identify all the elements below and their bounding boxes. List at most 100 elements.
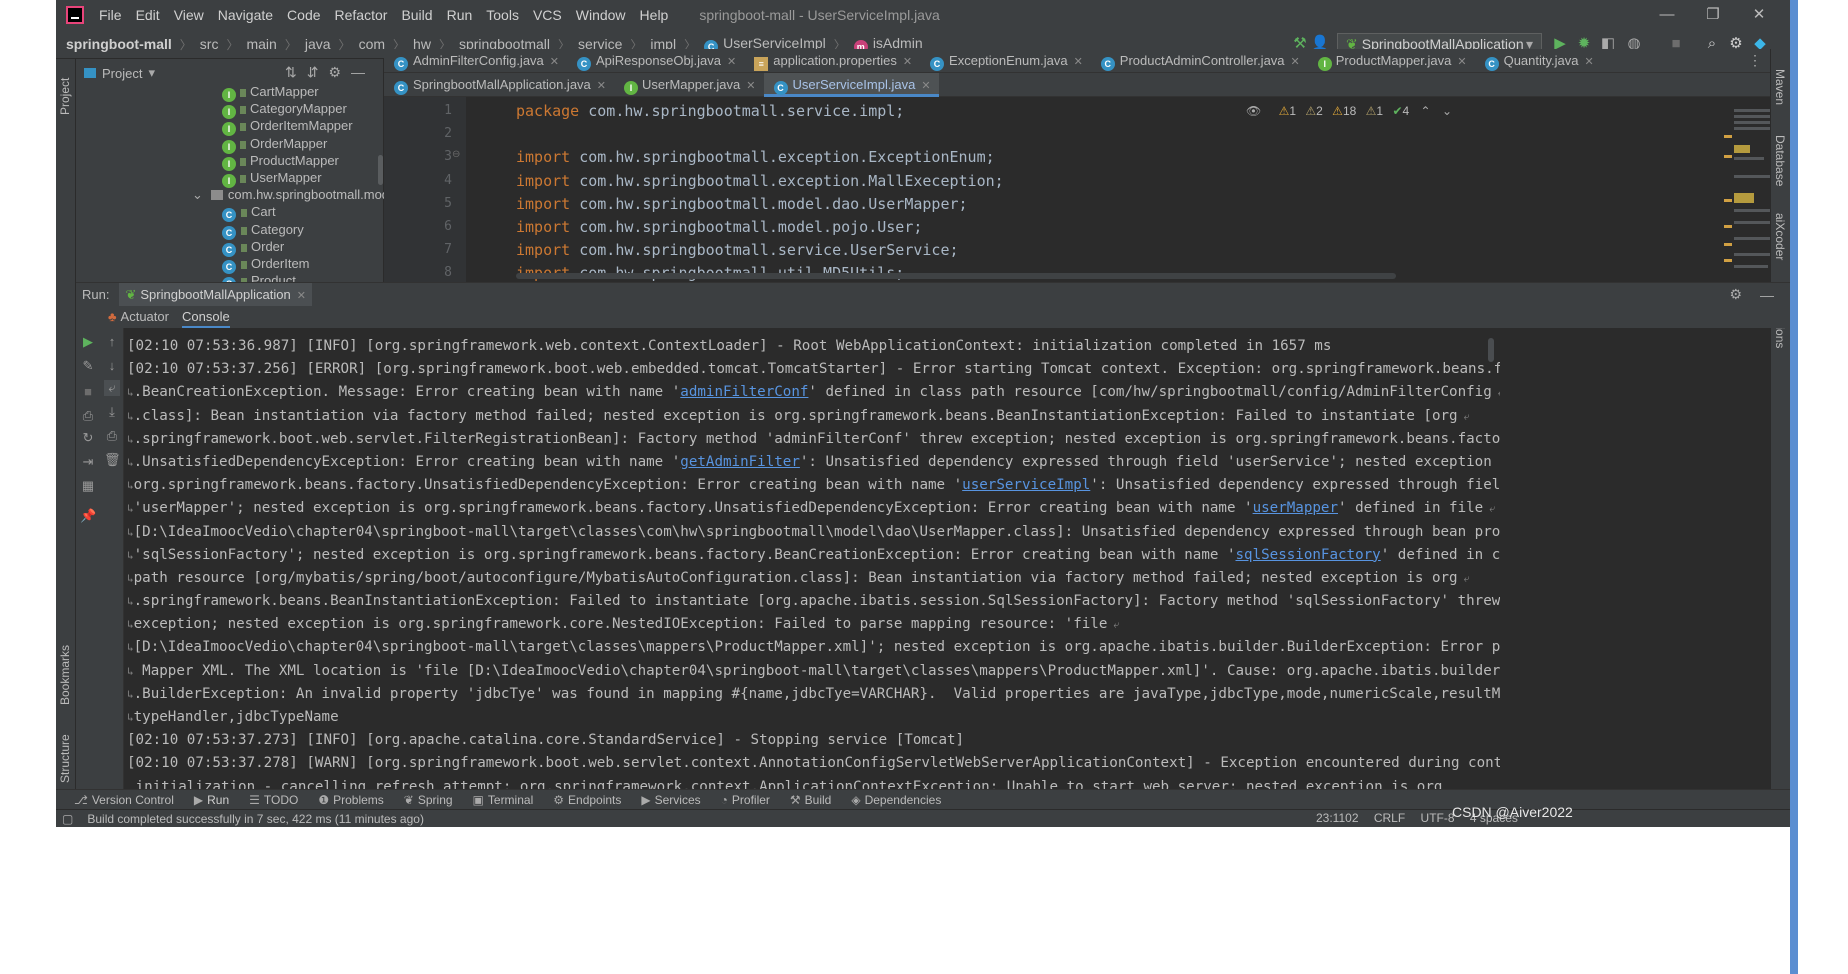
- close-icon[interactable]: ✕: [727, 56, 736, 68]
- soft-wrap-icon[interactable]: ⤶: [104, 380, 120, 396]
- minimize-panel-icon[interactable]: —: [1760, 287, 1774, 303]
- editor-horizontal-scrollbar[interactable]: [516, 273, 1396, 279]
- line-separator[interactable]: CRLF: [1374, 811, 1405, 825]
- tool-tab-run[interactable]: ▶ Run: [194, 793, 229, 807]
- breadcrumb-item[interactable]: java: [303, 36, 333, 52]
- fold-icon[interactable]: ⊖: [452, 149, 460, 160]
- minimize-button[interactable]: —: [1644, 0, 1690, 30]
- tool-tab-build[interactable]: ⚒ Build: [790, 793, 831, 807]
- editor-tab[interactable]: ≡ application.properties ✕: [744, 49, 920, 73]
- layout-icon[interactable]: ▦: [80, 478, 96, 494]
- tree-item[interactable]: I OrderItemMapper: [222, 117, 353, 137]
- menu-item-navigate[interactable]: Navigate: [211, 7, 280, 23]
- close-icon[interactable]: ✕: [1291, 56, 1300, 68]
- close-button[interactable]: ✕: [1736, 0, 1782, 30]
- tree-item[interactable]: I ProductMapper: [222, 152, 339, 171]
- file-encoding[interactable]: UTF-8: [1421, 811, 1455, 825]
- editor-tab[interactable]: C UserServiceImpl.java ✕: [763, 72, 939, 97]
- exit-icon[interactable]: ⇥: [80, 454, 96, 470]
- tab-console[interactable]: Console: [182, 306, 230, 328]
- console-link[interactable]: getAdminFilter: [680, 454, 800, 470]
- tool-tab-terminal[interactable]: ▣ Terminal: [473, 793, 534, 807]
- close-icon[interactable]: ✕: [1585, 56, 1594, 68]
- tree-item[interactable]: C Order: [222, 238, 284, 257]
- menu-item-edit[interactable]: Edit: [129, 7, 167, 23]
- console-output[interactable]: [02:10 07:53:36.987] [INFO] [org.springf…: [124, 328, 1500, 789]
- menu-item-window[interactable]: Window: [569, 7, 633, 23]
- menu-item-run[interactable]: Run: [440, 7, 480, 23]
- chevron-up-icon[interactable]: ⌃: [1421, 104, 1431, 118]
- menu-item-code[interactable]: Code: [280, 7, 327, 23]
- tool-tab-todo[interactable]: ☰ TODO: [249, 793, 298, 807]
- scroll-to-end-icon[interactable]: ⤓: [104, 404, 120, 420]
- tool-tab-services[interactable]: ▶ Services: [641, 793, 700, 807]
- breadcrumb-item[interactable]: main: [244, 36, 278, 52]
- editor-tab[interactable]: I UserMapper.java ✕: [614, 73, 764, 97]
- tree-item[interactable]: I CategoryMapper: [222, 100, 347, 120]
- editor-tab[interactable]: C ProductAdminController.java ✕: [1091, 49, 1308, 73]
- stop-icon[interactable]: ■: [80, 384, 96, 400]
- caret-position[interactable]: 23:1102: [1316, 811, 1359, 825]
- menu-item-vcs[interactable]: VCS: [526, 7, 569, 23]
- tool-tab-endpoints[interactable]: ⚙ Endpoints: [553, 793, 621, 807]
- close-icon[interactable]: ✕: [903, 56, 912, 68]
- breadcrumb-item[interactable]: com: [357, 36, 387, 52]
- tree-item[interactable]: C OrderItem: [222, 255, 310, 274]
- menu-item-view[interactable]: View: [167, 7, 211, 23]
- close-icon[interactable]: ✕: [1074, 56, 1083, 68]
- breadcrumb-item[interactable]: springboot-mall: [56, 36, 174, 52]
- tool-tab-dependencies[interactable]: ◈ Dependencies: [851, 793, 941, 807]
- close-icon[interactable]: ✕: [746, 80, 755, 92]
- arrow-down-icon[interactable]: ↓: [104, 358, 120, 374]
- wrench-icon[interactable]: ✎: [80, 358, 96, 374]
- arrow-up-icon[interactable]: ↑: [104, 334, 120, 350]
- trash-icon[interactable]: 🗑: [104, 452, 121, 468]
- camera-icon[interactable]: ⎙: [80, 408, 96, 424]
- restart-icon[interactable]: ↻: [80, 430, 96, 446]
- tree-item[interactable]: C Cart: [222, 203, 276, 223]
- aixcoder-tool-tab[interactable]: aiXcoder: [1773, 213, 1787, 260]
- maven-tool-tab[interactable]: Maven: [1773, 69, 1787, 105]
- settings-icon[interactable]: ⚙: [1729, 286, 1742, 303]
- project-panel-actions-icon[interactable]: ⇅⇵⚙—: [285, 64, 375, 81]
- tree-item[interactable]: I UserMapper: [222, 169, 322, 188]
- chevron-down-icon[interactable]: ⌄: [192, 187, 203, 202]
- project-scrollbar[interactable]: [378, 155, 383, 185]
- code-editor[interactable]: package com.hw.springbootmall.service.im…: [466, 97, 1696, 282]
- editor-tab[interactable]: C Quantity.java ✕: [1475, 49, 1602, 73]
- tree-item[interactable]: I OrderMapper: [222, 135, 327, 154]
- tree-item[interactable]: C Category: [222, 221, 304, 240]
- editor-tab[interactable]: C SpringbootMallApplication.java ✕: [384, 73, 614, 97]
- menu-item-tools[interactable]: Tools: [479, 7, 526, 23]
- close-icon[interactable]: ✕: [1457, 56, 1466, 68]
- inspection-widget[interactable]: 👁 ⚠1 ⚠2 ⚠18 ⚠1 ✔4 ⌃ ⌄: [1246, 104, 1452, 118]
- tree-item[interactable]: I CartMapper: [222, 83, 319, 102]
- rerun-icon[interactable]: ▶: [80, 334, 96, 350]
- status-message[interactable]: Build completed successfully in 7 sec, 4…: [87, 812, 424, 826]
- breadcrumb-item[interactable]: src: [198, 36, 221, 52]
- console-link[interactable]: adminFilterConf: [680, 384, 808, 400]
- structure-tool-tab[interactable]: Structure: [58, 734, 72, 783]
- tool-tab-version-control[interactable]: ⎇ Version Control: [74, 793, 174, 807]
- console-link[interactable]: userMapper: [1253, 500, 1338, 516]
- database-tool-tab[interactable]: Database: [1773, 135, 1787, 186]
- chevron-down-icon[interactable]: ⌄: [1442, 104, 1452, 118]
- menu-item-help[interactable]: Help: [633, 7, 676, 23]
- bookmarks-tool-tab[interactable]: Bookmarks: [58, 645, 72, 705]
- close-icon[interactable]: ✕: [921, 80, 930, 92]
- tool-tab-problems[interactable]: ❶ Problems: [318, 793, 383, 807]
- menu-item-file[interactable]: File: [92, 7, 129, 23]
- console-scrollbar[interactable]: [1488, 338, 1494, 362]
- console-link[interactable]: userServiceImpl: [962, 477, 1090, 493]
- chevron-down-icon[interactable]: ▾: [148, 65, 155, 81]
- console-link[interactable]: sqlSessionFactory: [1236, 547, 1381, 563]
- more-tabs-icon[interactable]: ⋮: [1748, 52, 1762, 69]
- print-icon[interactable]: ⎙: [104, 428, 120, 444]
- menu-item-build[interactable]: Build: [394, 7, 439, 23]
- run-tab[interactable]: ❦ SpringbootMallApplication ✕: [119, 282, 312, 307]
- project-panel-title[interactable]: Project: [102, 66, 142, 81]
- pin-icon[interactable]: 📌: [80, 508, 96, 524]
- restore-button[interactable]: ❐: [1690, 0, 1736, 30]
- project-tool-tab[interactable]: Project: [58, 78, 72, 115]
- tool-tab-spring[interactable]: ❦ Spring: [404, 793, 453, 807]
